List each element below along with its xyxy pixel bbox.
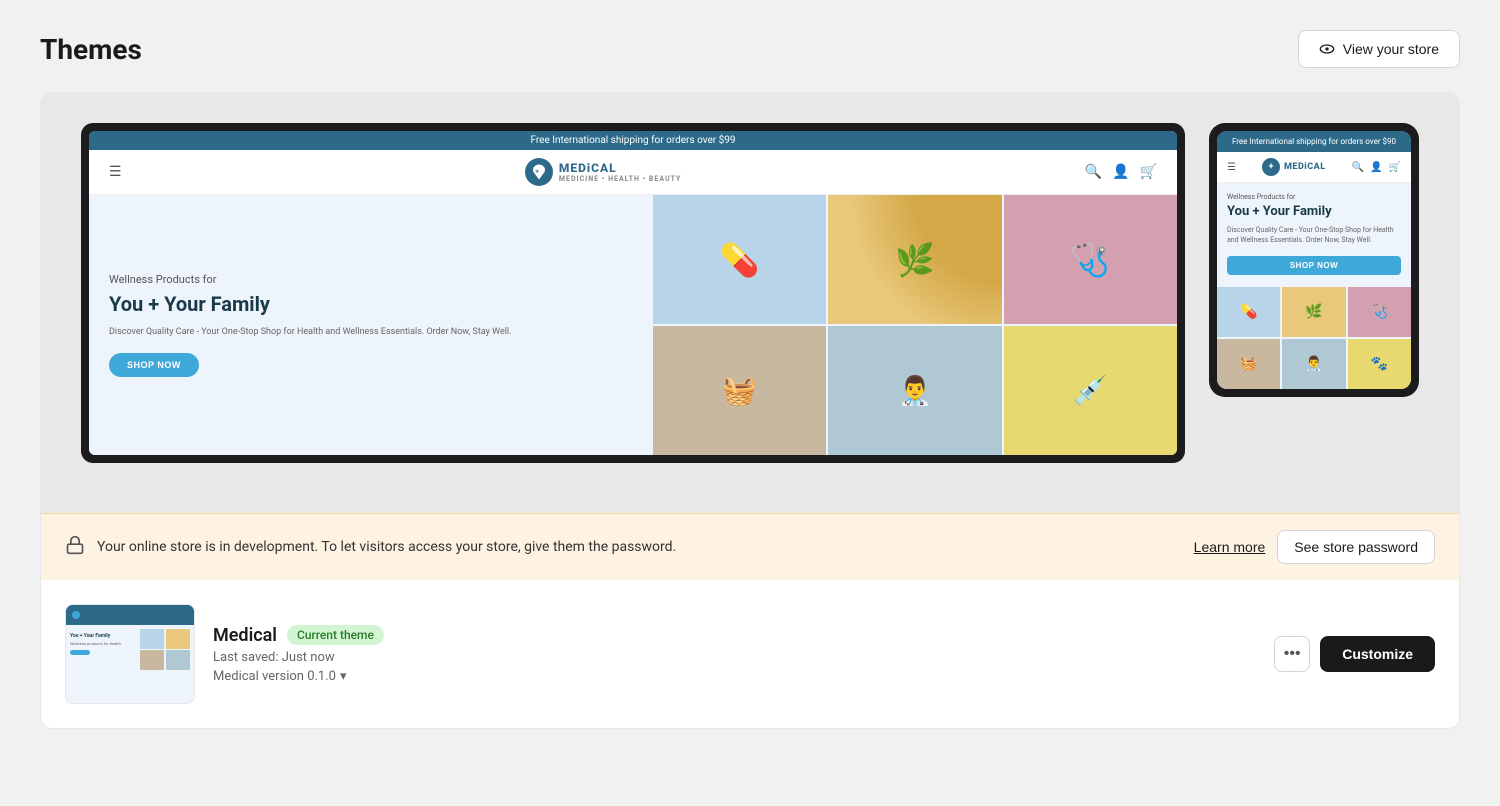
view-store-button[interactable]: View your store [1298,30,1460,68]
main-card: Free International shipping for orders o… [40,92,1460,729]
current-theme-badge: Current theme [287,625,384,645]
thumb-text: You + Your Family Wellness products for … [70,629,137,670]
page-title: Themes [40,33,142,66]
mobile-nav: ☰ + MEDiCAL 🔍 👤 🛒 [1217,152,1411,183]
customize-button[interactable]: Customize [1320,636,1435,672]
mobile-image-4: 🧺 [1217,339,1280,389]
see-password-button[interactable]: See store password [1277,530,1435,564]
mobile-hero-subtitle: Wellness Products for [1227,193,1401,201]
mobile-screen: Free International shipping for orders o… [1217,131,1411,389]
theme-details: Medical Current theme Last saved: Just n… [213,625,1256,684]
desktop-mockup: Free International shipping for orders o… [81,123,1185,463]
brand-name: MEDiCAL MEDICINE • HEALTH • BEAUTY [559,161,681,183]
more-options-button[interactable]: ••• [1274,636,1310,672]
desktop-shop-now-button[interactable]: SHOP NOW [109,353,199,377]
mobile-hero-desc: Discover Quality Care - Your One-Stop Sh… [1227,226,1401,246]
mobile-image-3: 🩺 [1348,287,1411,337]
eye-icon [1319,41,1335,57]
thumb-body: You + Your Family Wellness products for … [66,625,194,674]
lock-icon [65,535,85,560]
mobile-hero-title: You + Your Family [1227,204,1401,220]
thumbnail-inner: You + Your Family Wellness products for … [66,605,194,703]
logo-icon: + [525,158,553,186]
thumb-cta [70,650,90,655]
desktop-nav: ☰ + MEDiCAL MEDICINE • HEALTH • BEAUTY [89,150,1177,195]
mobile-search-icon: 🔍 [1352,162,1364,173]
mobile-image-5: 👨‍⚕️ [1282,339,1345,389]
desktop-nav-icons: 🔍 👤 🛒 [1085,164,1157,180]
mobile-image-6: 🐾 [1348,339,1411,389]
notice-text: Your online store is in development. To … [97,539,1182,555]
mobile-cart-icon: 🛒 [1389,162,1401,173]
hero-image-1: 💊 [653,195,826,324]
mobile-hamburger-icon: ☰ [1227,162,1236,173]
hero-title: You + Your Family [109,292,633,316]
mobile-topbar: Free International shipping for orders o… [1217,131,1411,152]
mobile-shop-now-button[interactable]: SHOP NOW [1227,256,1401,275]
cart-icon: 🛒 [1140,164,1157,180]
desktop-logo: + MEDiCAL MEDICINE • HEALTH • BEAUTY [525,158,681,186]
thumb-img-4 [166,650,190,670]
hero-image-6: 💉 [1004,326,1177,455]
mobile-images: 💊 🌿 🩺 🧺 👨‍⚕️ 🐾 [1217,287,1411,389]
theme-version[interactable]: Medical version 0.1.0 ▾ [213,669,1256,684]
password-notice: Your online store is in development. To … [41,513,1459,580]
hero-image-3: 🩺 [1004,195,1177,324]
theme-name-row: Medical Current theme [213,625,1256,646]
page-header: Themes View your store [40,30,1460,68]
thumb-images [140,629,190,670]
desktop-topbar: Free International shipping for orders o… [89,131,1177,150]
theme-thumbnail: You + Your Family Wellness products for … [65,604,195,704]
hero-image-4: 🧺 [653,326,826,455]
mobile-logo-icon: + [1262,158,1280,176]
learn-more-button[interactable]: Learn more [1194,539,1266,555]
preview-area: Free International shipping for orders o… [41,93,1459,513]
user-icon: 👤 [1112,164,1129,180]
desktop-hero: Wellness Products for You + Your Family … [89,195,1177,455]
desktop-screen: Free International shipping for orders o… [89,131,1177,455]
theme-name: Medical [213,625,277,646]
notice-actions: Learn more See store password [1194,530,1435,564]
hero-image-5: 👨‍⚕️ [828,326,1001,455]
thumb-img-2 [166,629,190,649]
ellipsis-icon: ••• [1284,645,1301,663]
mobile-logo: + MEDiCAL [1262,158,1326,176]
mobile-image-2: 🌿 [1282,287,1345,337]
hamburger-icon: ☰ [109,164,122,180]
hero-image-2: 🌿 [828,195,1001,324]
mobile-image-1: 💊 [1217,287,1280,337]
mobile-hero: Wellness Products for You + Your Family … [1217,183,1411,283]
hero-text: Wellness Products for You + Your Family … [89,195,653,455]
search-icon: 🔍 [1085,164,1102,180]
hero-images: 💊 🌿 🩺 🧺 👨‍⚕️ [653,195,1177,455]
chevron-down-icon: ▾ [340,669,347,684]
svg-text:+: + [535,168,539,176]
hero-subtitle: Wellness Products for [109,273,633,286]
thumb-img-3 [140,650,164,670]
thumb-img-1 [140,629,164,649]
mobile-mockup: Free International shipping for orders o… [1209,123,1419,397]
thumb-header [66,605,194,625]
mobile-user-icon: 👤 [1370,162,1382,173]
theme-actions: ••• Customize [1274,636,1435,672]
theme-saved: Last saved: Just now [213,650,1256,665]
mobile-nav-icons: 🔍 👤 🛒 [1352,162,1401,173]
hero-desc: Discover Quality Care - Your One-Stop Sh… [109,326,633,340]
theme-info: You + Your Family Wellness products for … [41,580,1459,728]
view-store-label: View your store [1343,41,1439,57]
